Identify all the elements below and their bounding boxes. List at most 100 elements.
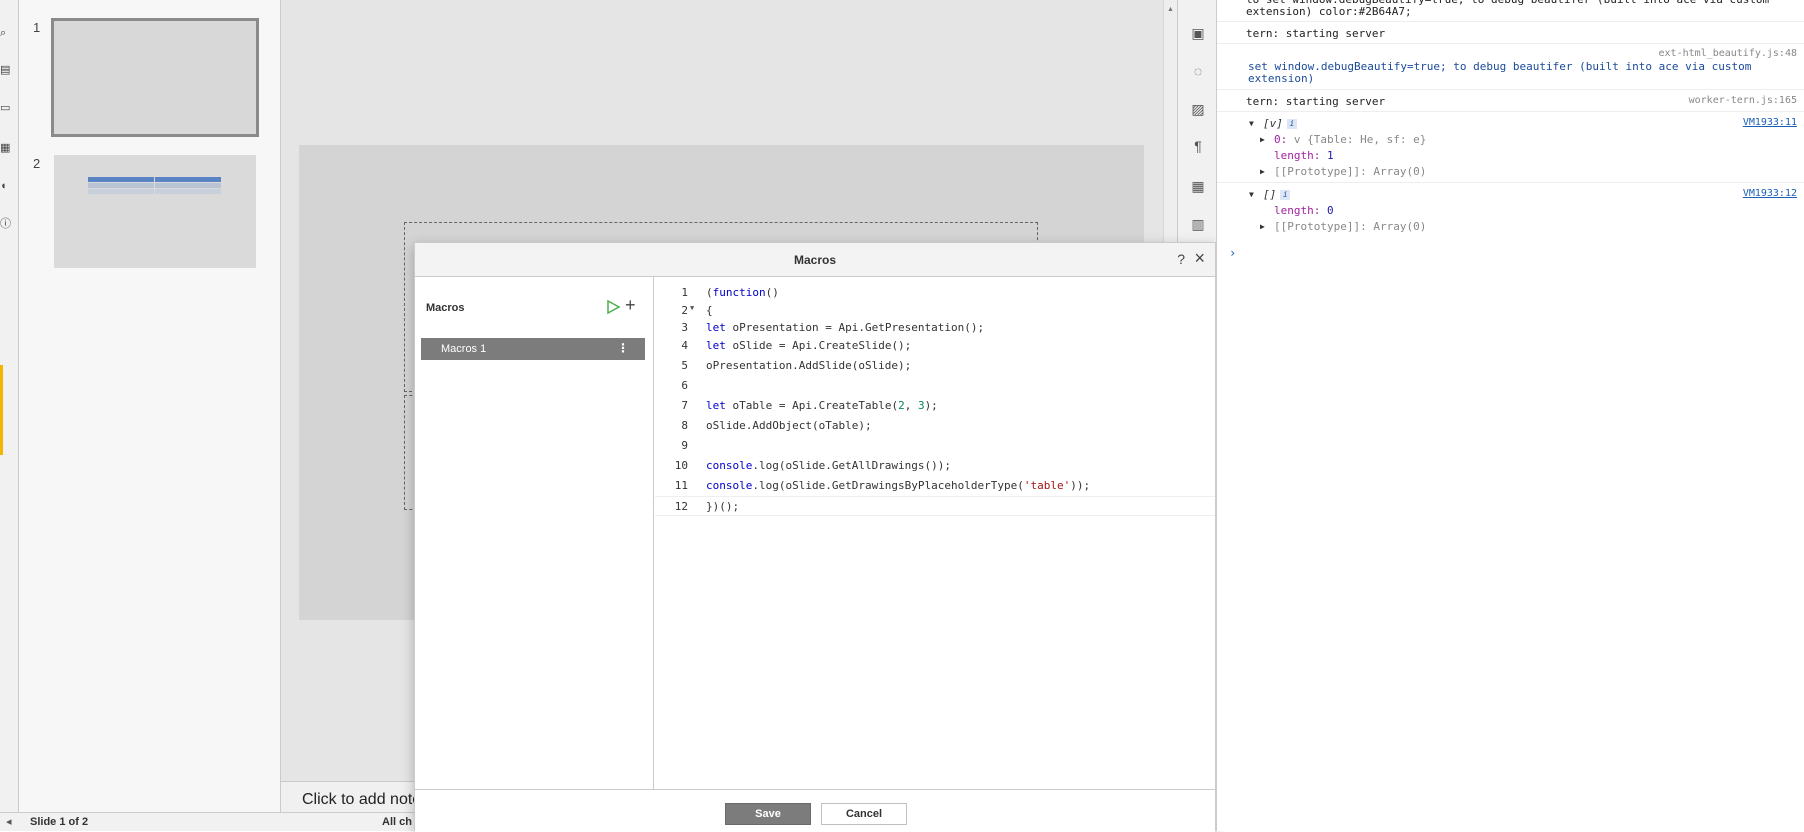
chart-settings-icon[interactable]: ▥ xyxy=(1190,216,1206,232)
dialog-header[interactable]: Macros ? × xyxy=(415,243,1215,277)
code-line[interactable]: 5 oPresentation.AddSlide(oSlide); xyxy=(655,356,1215,376)
console-message: ext-html_beautify.js:48 set window.debug… xyxy=(1217,44,1804,90)
code-line[interactable]: 9 xyxy=(655,436,1215,456)
plugin-accent-marker xyxy=(0,365,3,455)
slide-thumbnail-2[interactable] xyxy=(54,155,256,268)
changes-status: All ch xyxy=(382,816,412,828)
code-text[interactable]: })(); xyxy=(706,500,739,513)
line-number: 12 xyxy=(674,500,688,513)
code-line-active[interactable]: 12 })(); xyxy=(655,496,1215,516)
console-message-text: tern: starting server xyxy=(1246,27,1386,40)
expand-arrow-icon[interactable]: ▶ xyxy=(1260,135,1265,144)
line-number: 5 xyxy=(681,359,688,372)
plugin-icon[interactable]: ◖ xyxy=(0,178,14,194)
console-log-summary[interactable]: [] i xyxy=(1263,188,1291,201)
shape-settings-icon[interactable]: ◌ xyxy=(1190,63,1206,79)
console-prompt-icon[interactable]: › xyxy=(1229,246,1236,260)
paragraph-settings-icon[interactable]: ¶ xyxy=(1190,138,1206,154)
fold-arrow-icon[interactable]: ▼ xyxy=(690,304,694,312)
line-number: 3 xyxy=(681,321,688,334)
devtools-console: to set window.debugBeautify=true; to deb… xyxy=(1216,0,1804,831)
line-number: 6 xyxy=(681,379,688,392)
expand-arrow-icon[interactable]: ▼ xyxy=(1249,190,1254,199)
cancel-button[interactable]: Cancel xyxy=(821,803,907,825)
macro-list-pane: Macros + Macros 1 ⋮ xyxy=(415,277,654,789)
help-icon[interactable]: ? xyxy=(1177,251,1185,267)
console-log-prototype[interactable]: [[Prototype]]: Array(0) xyxy=(1274,220,1426,233)
code-text[interactable]: console.log(oSlide.GetDrawingsByPlacehol… xyxy=(706,479,1090,492)
info-icon: i xyxy=(1286,119,1297,129)
comments-icon[interactable]: ▭ xyxy=(0,100,14,116)
expand-arrow-icon[interactable]: ▶ xyxy=(1260,222,1265,231)
add-macro-button[interactable]: + xyxy=(625,296,636,314)
code-line[interactable]: 4 let oSlide = Api.CreateSlide(); xyxy=(655,336,1215,356)
status-menu-icon[interactable]: ◂ xyxy=(6,815,12,828)
code-text[interactable]: oPresentation.AddSlide(oSlide); xyxy=(706,359,911,372)
console-log-prototype[interactable]: [[Prototype]]: Array(0) xyxy=(1274,165,1426,178)
line-number: 8 xyxy=(681,419,688,432)
code-line[interactable]: 6 xyxy=(655,376,1215,396)
save-button[interactable]: Save xyxy=(725,803,811,825)
code-line[interactable]: 8 oSlide.AddObject(oTable); xyxy=(655,416,1215,436)
slide-thumbnail-1[interactable] xyxy=(51,18,259,137)
console-source-link[interactable]: VM1933:12 xyxy=(1743,188,1797,199)
chat-icon[interactable]: ▦ xyxy=(0,140,14,156)
image-settings-icon[interactable]: ▨ xyxy=(1190,101,1206,117)
slide-settings-icon[interactable]: ▣ xyxy=(1190,25,1206,41)
console-source-link[interactable]: worker-tern.js:165 xyxy=(1689,95,1797,106)
code-text[interactable]: let oSlide = Api.CreateSlide(); xyxy=(706,339,911,352)
line-number: 2 xyxy=(681,304,688,317)
console-message: worker-tern.js:165 tern: starting server xyxy=(1217,90,1804,112)
dialog-footer: Save Cancel xyxy=(415,789,1215,832)
code-text[interactable]: console.log(oSlide.GetAllDrawings()); xyxy=(706,459,951,472)
console-log-entry: VM1933:11 ▼ [v] i ▶ 0: v {Table: He, sf: … xyxy=(1217,112,1804,183)
line-number: 10 xyxy=(674,459,688,472)
console-message-text: set window.debugBeautify=true; to debug … xyxy=(1248,60,1752,85)
slides-panel-icon[interactable]: ▤ xyxy=(0,62,14,78)
slide-thumbnails-panel: 1 2 xyxy=(19,0,281,812)
code-text[interactable]: { xyxy=(706,304,713,317)
console-message: tern: starting server xyxy=(1217,22,1804,44)
console-message-text: tern: starting server xyxy=(1246,95,1386,108)
code-text[interactable]: (function() xyxy=(706,286,779,299)
code-text[interactable]: oSlide.AddObject(oTable); xyxy=(706,419,872,432)
line-number: 1 xyxy=(681,286,688,299)
line-number: 11 xyxy=(674,479,688,492)
about-icon[interactable]: ⓘ xyxy=(0,216,14,232)
table-settings-icon[interactable]: ▦ xyxy=(1190,178,1206,194)
expand-arrow-icon[interactable]: ▼ xyxy=(1249,119,1254,128)
macros-dialog: Macros ? × Macros + Macros 1 ⋮ 1 (functi… xyxy=(414,242,1216,832)
close-icon[interactable]: × xyxy=(1194,249,1205,267)
dialog-title: Macros xyxy=(793,253,837,267)
scroll-up-icon[interactable]: ▲ xyxy=(1167,6,1174,13)
console-log-summary[interactable]: [v] i xyxy=(1263,117,1297,130)
console-log-entry-line[interactable]: 0: v {Table: He, sf: e} xyxy=(1274,133,1426,146)
code-line[interactable]: 10 console.log(oSlide.GetAllDrawings()); xyxy=(655,456,1215,476)
line-number: 7 xyxy=(681,399,688,412)
console-log-entry: VM1933:12 ▼ [] i length: 0 ▶ [[Prototype]… xyxy=(1217,184,1804,240)
console-source-link[interactable]: ext-html_beautify.js:48 xyxy=(1659,48,1797,59)
slide-counter: Slide 1 of 2 xyxy=(30,816,89,828)
line-number: 9 xyxy=(681,439,688,452)
console-message-text: to set window.debugBeautify=true; to deb… xyxy=(1246,0,1769,18)
console-log-length: length: 0 xyxy=(1274,204,1334,217)
code-text[interactable]: let oPresentation = Api.GetPresentation(… xyxy=(706,321,984,334)
code-text[interactable]: let oTable = Api.CreateTable(2, 3); xyxy=(706,399,938,412)
code-line[interactable]: 3 let oPresentation = Api.GetPresentatio… xyxy=(655,318,1215,338)
notes-placeholder[interactable]: Click to add note xyxy=(302,791,421,809)
slide-number: 1 xyxy=(33,20,41,35)
code-line[interactable]: 11 console.log(oSlide.GetDrawingsByPlace… xyxy=(655,476,1215,496)
search-icon[interactable]: ⌕ xyxy=(0,25,14,41)
console-message: to set window.debugBeautify=true; to deb… xyxy=(1217,0,1804,22)
line-number: 4 xyxy=(681,339,688,352)
macro-list-item[interactable]: Macros 1 ⋮ xyxy=(421,338,645,360)
run-macro-icon[interactable] xyxy=(605,299,621,315)
macro-item-label: Macros 1 xyxy=(441,343,487,355)
code-line[interactable]: 1 (function() xyxy=(655,283,1215,303)
console-source-link[interactable]: VM1933:11 xyxy=(1743,117,1797,128)
code-editor[interactable]: 1 (function() 2 ▼ { 3 let oPresentation … xyxy=(655,277,1215,789)
code-line[interactable]: 7 let oTable = Api.CreateTable(2, 3); xyxy=(655,396,1215,416)
more-options-icon[interactable]: ⋮ xyxy=(617,341,629,355)
slide-number: 2 xyxy=(33,156,41,171)
expand-arrow-icon[interactable]: ▶ xyxy=(1260,167,1265,176)
